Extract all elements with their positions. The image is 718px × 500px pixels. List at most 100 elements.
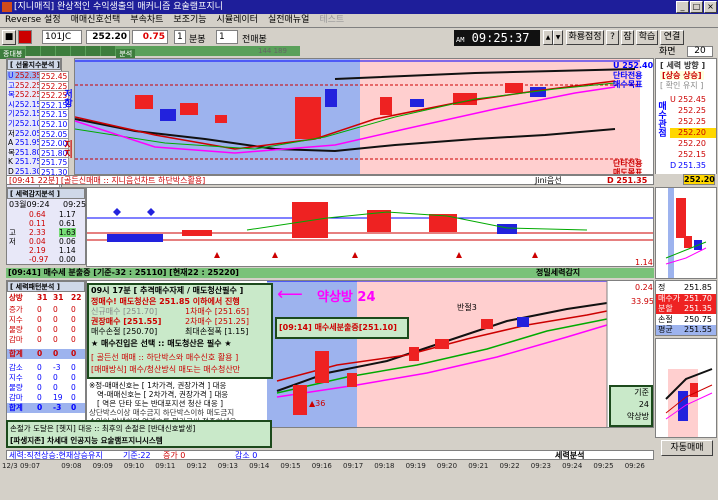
pattern-decrease-row: 물량 0 0 0 [9, 383, 76, 392]
menu-signal[interactable]: 매매신호선택 [66, 14, 126, 27]
support-row: 목 251.80 251.80 [8, 147, 70, 159]
time-tick: 09:23 [530, 462, 551, 470]
app-icon [2, 2, 12, 12]
pattern-title: [ 세력패턴분석 ] [7, 281, 85, 292]
menu-reverse[interactable]: Reverse 설정 [0, 14, 66, 27]
minimize-button[interactable]: _ [676, 1, 689, 13]
direction-confirm: [ 확인 유지 ] [660, 81, 704, 90]
strip-tab-3[interactable] [41, 46, 56, 56]
support-table: [ 선물지수분석 ] U 252.35 252.45 고 252.25 252.25 목 25… [6, 58, 70, 188]
time-tick: 09:16 [311, 462, 332, 470]
menu-manual[interactable]: 실전매뉴얼 [263, 14, 314, 27]
scroll-down-button[interactable]: ▼ [553, 30, 563, 45]
strength-row: 저 0.04 0.06 [9, 237, 76, 246]
strength-status-bar: [09:41] 매수세 분출중 [기준-32 : 25110] [현재22 : … [6, 268, 654, 278]
support-row: 기 252.15 252.15 [8, 109, 70, 121]
strip-tab-2[interactable] [26, 46, 41, 56]
strength-t2: 09:25 [63, 200, 87, 209]
link-button[interactable]: 연결 [660, 30, 684, 45]
buy-perspective-label: 매수관점 [656, 101, 666, 137]
close-button[interactable]: × [704, 1, 717, 13]
interval-unit: 분봉 [189, 35, 206, 45]
stat-row: 평균 251.55 [656, 325, 716, 335]
menu-subchart[interactable]: 부속차트 [125, 14, 168, 27]
maximize-button[interactable]: □ [690, 1, 703, 13]
time-tick: 09:09 [92, 462, 113, 470]
count-input[interactable]: 1 [216, 30, 238, 44]
strength-table: [ 세력감지분석 ] 03월09:24 09:25 0.64 1.17 0.11 0.… [6, 187, 86, 265]
time-axis: 12/3 09:07 09:08 09:09 09:10 09:11 09:12 09:13… [0, 461, 654, 471]
lock-icon[interactable]: ■ [2, 30, 16, 45]
time-tick: 09:08 [61, 462, 82, 470]
support-title: [ 선물지수분석 ] [7, 59, 61, 70]
window-titlebar: [지니매직] 완상적인 수익생출의 매커니즘 요술램프지니 _ □ × [0, 0, 718, 14]
notes-box: 손절가 도달은 [헷지] 대응 :: 최후의 손절은 [반대신호발생] [파생지… [6, 420, 272, 448]
support-row: 목 252.25 252.25 [8, 90, 70, 102]
resistance-label: 저항 [62, 89, 72, 107]
code-select[interactable]: 101JC [42, 30, 82, 44]
strip-tab-5[interactable] [71, 46, 86, 56]
power-analysis-label: 세력분석 [555, 451, 585, 460]
time-tick: 09:17 [343, 462, 364, 470]
menu-simulator[interactable]: 시뮬레이터 [212, 14, 263, 27]
info-max-stop: 최대손절폭 [1.15] [185, 327, 249, 336]
strip-tab-7[interactable] [101, 46, 116, 56]
mini-chart2-svg [665, 368, 713, 437]
time-tick: 09:18 [374, 462, 395, 470]
mini-chart-2[interactable] [655, 338, 717, 438]
mini-chart-svg [665, 188, 707, 278]
precision-label: 정밀세력감지 [536, 268, 581, 277]
support-row: 저 252.05 252.05 [8, 128, 70, 140]
direction-row: 252.25 [678, 117, 706, 126]
toolbar: ■ 101JC 252.20 0.75 1 분봉 1 전매봉 AM 09:25:… [0, 28, 718, 47]
screen-indicator: 화면 20 [655, 46, 717, 58]
sell-target-label: 단타전용 매도목표 [613, 159, 643, 175]
help-button[interactable]: ? [606, 30, 619, 45]
menu-aux[interactable]: 보조기능 [168, 14, 211, 27]
power-direction: 세력:직전상승:현재상승유지 [9, 451, 103, 460]
support-row: 고 252.25 252.25 [8, 80, 70, 92]
pattern-decrease-row: 지수 0 0 0 [9, 373, 76, 382]
interval-input[interactable]: 1 [174, 30, 186, 44]
pattern-sum-row: 합계 0 -3 0 [7, 403, 85, 413]
info-line2: 정매수! 매도청산은 251.85 이하에서 진행 [91, 297, 240, 306]
stat-row: 매수가 251.70 [656, 293, 716, 304]
support-row: A 251.95 252.00 [8, 138, 70, 150]
direction-panel: [ 세력 방향 ] [상승 상승] [ 확인 유지 ] 매수관점 U 252.45… [655, 58, 717, 186]
current-price-tag: 252.20 [683, 174, 715, 185]
menu-test[interactable]: 테스트 [314, 14, 349, 27]
strength-chart-svg [87, 202, 653, 258]
signal-chart[interactable]: 09시 17분 [ 추격매수자제 / 매도청산필수 ] 정매수! 매도청산은 2… [86, 280, 654, 428]
guide-line7: 역-매매신호는 [ 2차가격, 권장가격 ] 대응 [97, 390, 229, 399]
time-tick: 09:11 [155, 462, 176, 470]
power-increase: 증가 0 [163, 451, 186, 460]
time-tick: 09:19 [405, 462, 426, 470]
auto-trade-button[interactable]: 자동매매 [661, 440, 713, 456]
strip-tab-6[interactable] [86, 46, 101, 56]
strength-right-value: 1.14 [635, 258, 653, 267]
strip-tab-4[interactable] [56, 46, 71, 56]
lock-button[interactable]: 잠 [621, 30, 634, 45]
time-tick: 09:15 [280, 462, 301, 470]
strength-title: [ 세력감지분석 ] [7, 188, 85, 199]
position-stats: 정 251.85 매수가 251.70 분할 251.35 손절 250.75 평균 251.55 [655, 280, 717, 336]
time-tick: 09:25 [593, 462, 614, 470]
price-chart[interactable]: U 252.40 단타전용 매수목표 단타전용 매도목표 [74, 58, 654, 175]
count-label: 전매봉 [242, 35, 267, 45]
left-arrow-icon: ⟵ [277, 284, 303, 305]
info-line1: 09시 17분 [ 추격매수자제 / 매도청산필수 ] [91, 286, 244, 295]
time-tick: 12/3 09:07 [2, 462, 41, 470]
support-row: U 252.35 252.45 [7, 71, 70, 82]
settings-button[interactable]: 화룡점정 [566, 30, 604, 45]
scroll-up-button[interactable]: ▲ [543, 30, 553, 45]
guide-box: ※정-매매신호는 [ 1차가격, 권장가격 ] 대응 역-매매신호는 [ 2차가… [87, 381, 273, 425]
strength-chart[interactable]: 1.14 [86, 187, 654, 267]
strength-row: -0.97 0.00 [29, 255, 76, 264]
strength-row: 고 2.33 1.63 [9, 228, 76, 237]
direction-row: D 251.35 [670, 161, 706, 170]
direction-row: U 252.45 [670, 95, 706, 104]
pattern-table: [ 세력패턴분석 ] 상방 31 31 22 증가 0 0 0 지수 0 0 0 물량 0 0 0 감마 0 0 0 합… [6, 280, 86, 428]
strength-row: 2.19 1.14 [29, 246, 76, 255]
learn-button[interactable]: 학습 [636, 30, 658, 45]
mini-chart[interactable] [655, 187, 717, 279]
